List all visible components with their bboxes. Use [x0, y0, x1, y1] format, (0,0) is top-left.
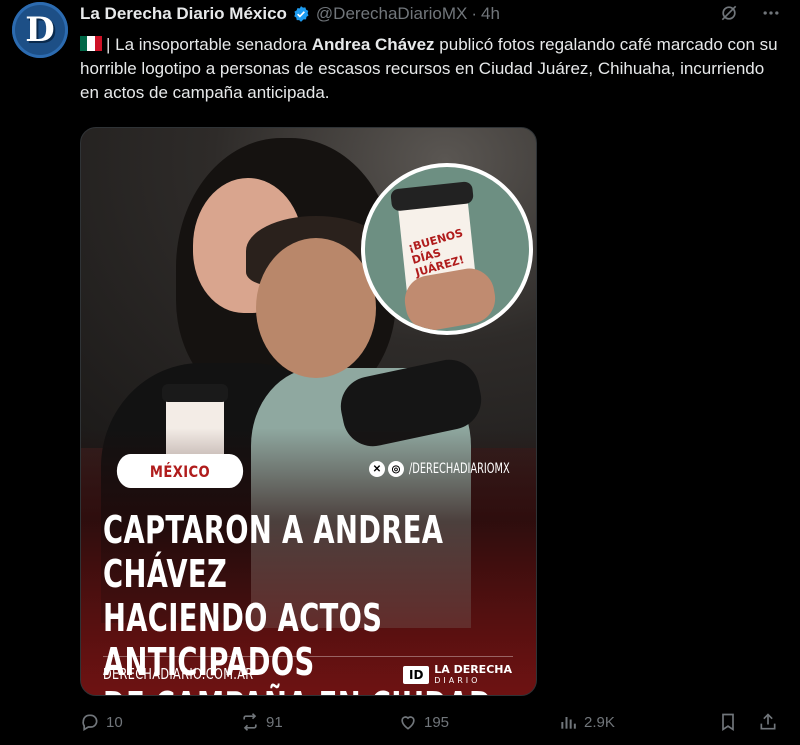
brand-logo-mark: ID	[403, 666, 430, 684]
bookmark-icon	[722, 713, 734, 732]
tweet-header: La Derecha Diario México @DerechaDiarioM…	[80, 2, 500, 26]
like-button[interactable]: 195	[398, 712, 449, 732]
repost-count: 91	[266, 713, 283, 731]
views-bar-chart-icon	[561, 717, 576, 729]
views-button[interactable]: 2.9K	[558, 712, 615, 732]
repost-button[interactable]: 91	[240, 712, 283, 732]
photo-elder-face	[256, 238, 376, 378]
image-footer-divider	[103, 656, 513, 657]
reply-count: 10	[106, 713, 123, 731]
share-button[interactable]	[758, 712, 778, 732]
share-icon	[760, 713, 776, 730]
avatar-letter: D	[25, 10, 55, 50]
account-handle[interactable]: @DerechaDiarioMX	[316, 4, 467, 24]
headline-line1: CAPTARON A ANDREA CHÁVEZ	[103, 508, 444, 596]
instagram-icon: ◎	[388, 461, 404, 477]
display-name[interactable]: La Derecha Diario México	[80, 4, 287, 24]
repost-icon	[243, 713, 257, 731]
views-count: 2.9K	[584, 713, 615, 731]
verified-badge-icon	[294, 6, 309, 22]
more-options-icon[interactable]	[760, 2, 782, 24]
header-icons	[718, 2, 782, 24]
brand-sub: DIARIO	[434, 676, 481, 685]
tweet-media-image[interactable]: ¡BUENOS DÍAS JUÁREZ! MÉXICO ✕ ◎ /DERECHA…	[80, 127, 537, 696]
tweet-actions: 10 91 195 2.9K	[80, 712, 785, 736]
tweet-text-bold-name: Andrea Chávez	[311, 35, 435, 54]
bookmark-button[interactable]	[718, 712, 738, 732]
category-pill: MÉXICO	[116, 454, 244, 488]
cup-closeup-inset: ¡BUENOS DÍAS JUÁREZ!	[361, 163, 533, 335]
grok-slash-icon[interactable]	[718, 2, 740, 24]
mexico-flag-icon	[80, 34, 102, 51]
timestamp[interactable]: 4h	[481, 4, 500, 24]
reply-button[interactable]: 10	[80, 712, 123, 732]
heart-icon	[401, 716, 415, 730]
site-url: DERECHADIARIO.COM.AR	[103, 665, 254, 683]
like-count: 195	[424, 713, 450, 731]
tweet-text-part1: | La insoportable senadora	[106, 35, 312, 54]
social-handle-text: /DERECHADIARIOMX	[409, 461, 510, 477]
tweet-text: | La insoportable senadora Andrea Chávez…	[80, 33, 780, 105]
avatar[interactable]: D	[12, 2, 68, 58]
x-logo-icon: ✕	[369, 461, 385, 477]
separator-dot: ·	[471, 4, 478, 23]
social-handle-row: ✕ ◎ /DERECHADIARIOMX	[369, 461, 536, 477]
brand-logo: ID LA DERECHA DIARIO	[403, 664, 512, 686]
reply-icon	[82, 714, 98, 731]
